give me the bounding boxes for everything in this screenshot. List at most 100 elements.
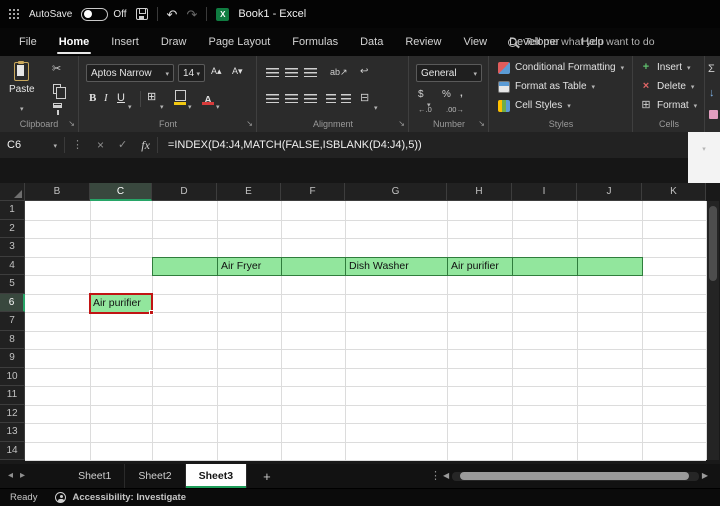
column-header-j[interactable]: J xyxy=(577,183,642,201)
increase-decimal-button[interactable] xyxy=(418,106,432,114)
ribbon-tab-home[interactable]: Home xyxy=(48,28,101,56)
autosave-toggle[interactable]: Off xyxy=(81,8,126,21)
app-launcher-icon[interactable] xyxy=(9,9,20,20)
row-header-8[interactable]: 8 xyxy=(0,331,25,350)
row-header-3[interactable]: 3 xyxy=(0,238,25,257)
align-middle-icon[interactable] xyxy=(285,68,298,77)
increase-indent-icon[interactable] xyxy=(341,94,351,103)
ribbon-tab-draw[interactable]: Draw xyxy=(150,28,198,56)
font-dialog-launcher[interactable] xyxy=(246,120,253,128)
cell-i4[interactable] xyxy=(512,257,578,277)
save-icon[interactable] xyxy=(136,8,148,20)
chevron-down-icon[interactable] xyxy=(216,96,220,114)
horizontal-scrollbar-thumb[interactable] xyxy=(460,472,689,480)
row-header-2[interactable]: 2 xyxy=(0,220,25,239)
horizontal-scrollbar[interactable] xyxy=(443,469,708,483)
vertical-scrollbar-thumb[interactable] xyxy=(709,206,717,281)
ribbon-tab-data[interactable]: Data xyxy=(349,28,394,56)
column-header-d[interactable]: D xyxy=(152,183,217,201)
row-header-7[interactable]: 7 xyxy=(0,312,25,331)
comma-style-button[interactable] xyxy=(460,89,463,99)
ribbon-tab-insert[interactable]: Insert xyxy=(100,28,150,56)
number-format-combo[interactable]: General xyxy=(416,64,482,82)
format-as-table-button[interactable]: Format as Table xyxy=(494,77,630,96)
accessibility-status[interactable]: Accessibility: Investigate xyxy=(72,492,186,503)
wrap-text-button[interactable] xyxy=(360,67,368,77)
sheet-nav-right-icon[interactable] xyxy=(20,471,25,481)
accessibility-icon[interactable] xyxy=(55,492,66,503)
align-left-icon[interactable] xyxy=(266,94,279,103)
column-header-e[interactable]: E xyxy=(217,183,281,201)
row-header-10[interactable]: 10 xyxy=(0,368,25,387)
ribbon-tab-review[interactable]: Review xyxy=(394,28,452,56)
enter-icon[interactable] xyxy=(118,140,127,151)
alignment-dialog-launcher[interactable] xyxy=(398,120,405,128)
redo-icon[interactable] xyxy=(186,8,197,21)
column-header-c[interactable]: C xyxy=(90,183,152,201)
scroll-right-icon[interactable] xyxy=(702,472,708,480)
copy-button[interactable] xyxy=(53,84,61,94)
clear-icon[interactable] xyxy=(709,110,718,119)
shrink-font-button[interactable] xyxy=(232,67,243,76)
sheet-tab-sheet2[interactable]: Sheet2 xyxy=(125,464,185,488)
column-header-h[interactable]: H xyxy=(447,183,512,201)
insert-button[interactable]: Insert xyxy=(636,58,702,77)
selected-cell-c6[interactable]: Air purifier xyxy=(89,293,153,314)
formula-bar-expand[interactable] xyxy=(688,132,720,183)
cell-j4[interactable] xyxy=(577,257,643,277)
percent-style-button[interactable] xyxy=(442,90,451,100)
fill-icon[interactable] xyxy=(709,88,715,99)
cancel-icon[interactable] xyxy=(97,139,104,151)
insert-function-button[interactable]: fx xyxy=(141,138,150,153)
row-header-4[interactable]: 4 xyxy=(0,257,25,276)
accounting-format-button[interactable] xyxy=(418,90,424,100)
font-size-combo[interactable]: 14 xyxy=(178,64,205,82)
merge-center-button[interactable] xyxy=(360,93,369,104)
autosave-toggle-track[interactable] xyxy=(81,8,108,21)
underline-button[interactable]: U xyxy=(117,92,125,104)
row-header-12[interactable]: 12 xyxy=(0,405,25,424)
sheet-bar-more-icon[interactable] xyxy=(430,471,441,482)
cell-f4[interactable] xyxy=(281,257,346,277)
row-header-14[interactable]: 14 xyxy=(0,442,25,461)
borders-button[interactable] xyxy=(147,92,156,103)
undo-icon[interactable] xyxy=(167,8,178,21)
row-header-5[interactable]: 5 xyxy=(0,275,25,294)
number-dialog-launcher[interactable] xyxy=(478,120,485,128)
cut-button[interactable] xyxy=(52,64,61,75)
name-box[interactable]: C6 xyxy=(0,132,64,158)
align-center-icon[interactable] xyxy=(285,94,298,103)
ribbon-tab-file[interactable]: File xyxy=(8,28,48,56)
ribbon-tab-formulas[interactable]: Formulas xyxy=(281,28,349,56)
column-header-g[interactable]: G xyxy=(345,183,447,201)
fill-handle[interactable] xyxy=(149,310,154,315)
chevron-down-icon[interactable] xyxy=(128,96,132,114)
sheet-nav-left-icon[interactable] xyxy=(8,471,13,481)
sheet-tab-sheet1[interactable]: Sheet1 xyxy=(65,464,125,488)
conditional-formatting-button[interactable]: Conditional Formatting xyxy=(494,58,630,77)
scroll-left-icon[interactable] xyxy=(443,472,449,480)
cell-h4[interactable]: Air purifier xyxy=(447,257,513,277)
cell-styles-button[interactable]: Cell Styles xyxy=(494,96,630,115)
align-bottom-icon[interactable] xyxy=(304,68,317,77)
decrease-indent-icon[interactable] xyxy=(326,94,336,103)
format-painter-button[interactable] xyxy=(53,103,62,108)
row-header-6[interactable]: 6 xyxy=(0,294,25,313)
row-header-1[interactable]: 1 xyxy=(0,201,25,220)
bold-button[interactable]: B xyxy=(89,92,96,104)
column-header-f[interactable]: F xyxy=(281,183,345,201)
column-header-b[interactable]: B xyxy=(25,183,90,201)
column-header-i[interactable]: I xyxy=(512,183,577,201)
formula-input[interactable]: =INDEX(D4:J4,MATCH(FALSE,ISBLANK(D4:J4),… xyxy=(168,139,422,151)
align-right-icon[interactable] xyxy=(304,94,317,103)
cell-g4[interactable]: Dish Washer xyxy=(345,257,448,277)
paste-button[interactable]: Paste xyxy=(9,62,35,116)
add-sheet-button[interactable]: + xyxy=(263,469,271,484)
delete-button[interactable]: Delete xyxy=(636,77,702,96)
sheet-tab-sheet3[interactable]: Sheet3 xyxy=(186,464,247,488)
autosum-icon[interactable] xyxy=(708,64,715,75)
decrease-decimal-button[interactable] xyxy=(446,106,464,114)
clipboard-dialog-launcher[interactable] xyxy=(68,120,75,128)
chevron-down-icon[interactable] xyxy=(374,97,378,115)
horizontal-scrollbar-track[interactable] xyxy=(452,472,699,481)
